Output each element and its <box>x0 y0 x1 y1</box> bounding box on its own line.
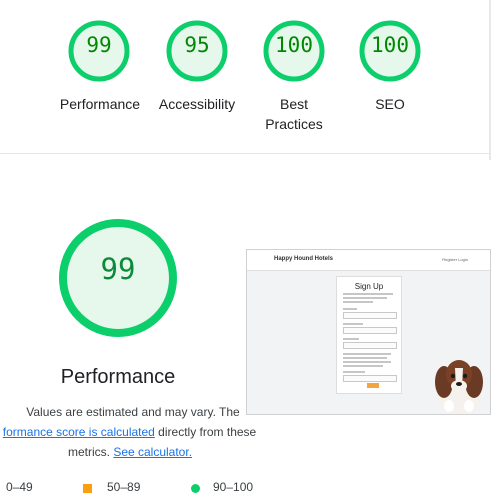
legend-pass-label: 90–100 <box>213 480 254 494</box>
average-square-icon <box>83 484 92 493</box>
thumbnail-signup-heading: Sign Up <box>354 282 384 291</box>
performance-score: 99 <box>100 252 136 286</box>
thumbnail-text-line <box>343 293 393 295</box>
thumbnail-brand: Happy Hound Hotels <box>274 256 334 262</box>
thumbnail-text-line <box>343 297 387 299</box>
pass-circle-icon <box>191 484 200 493</box>
thumbnail-text-line <box>343 338 359 340</box>
performance-title: Performance <box>60 366 176 388</box>
final-screenshot-thumbnail[interactable]: Happy Hound Hotels Register Login Sign U… <box>246 249 491 415</box>
thumbnail-input <box>343 342 397 349</box>
gauge-label-accessibility: Accessibility <box>158 96 236 112</box>
note-line-1: Values are estimated and may vary. The <box>26 405 240 419</box>
thumbnail-text-line <box>343 301 373 303</box>
thumbnail-text-line <box>343 353 391 355</box>
gauge-score: 99 <box>86 33 112 57</box>
thumbnail-text-line <box>343 365 383 367</box>
gauge-score: 100 <box>371 33 409 57</box>
thumbnail-navbar: Happy Hound Hotels Register Login <box>247 250 490 271</box>
thumbnail-text-line <box>343 361 391 363</box>
thumbnail-submit-button <box>367 383 379 388</box>
score-calculated-link[interactable]: formance score is calculated <box>3 425 155 439</box>
thumbnail-input <box>343 327 397 334</box>
gauge-score: 95 <box>184 33 210 57</box>
performance-note: Values are estimated and may vary. The f… <box>0 402 260 462</box>
legend-fail-label: 0–49 <box>6 480 33 494</box>
note-line-2-text: directly from these <box>154 425 257 439</box>
legend-fail: 0–49 <box>6 480 33 494</box>
legend-average-label: 50–89 <box>107 480 141 494</box>
thumbnail-nav-links: Register Login <box>442 257 468 262</box>
gauge-label-seo: SEO <box>375 96 405 112</box>
thumbnail-text-line <box>343 357 387 359</box>
thumbnail-text-line <box>343 323 363 325</box>
thumbnail-text-line <box>343 371 365 373</box>
thumbnail-signup-card: Sign Up <box>336 276 402 394</box>
note-line-3-text: metrics. <box>67 445 110 459</box>
thumbnail-input <box>343 375 397 382</box>
thumbnail-text-line <box>343 308 357 310</box>
thumbnail-input <box>343 312 397 319</box>
see-calculator-link[interactable]: See calculator. <box>113 445 192 459</box>
gauge-label-best-practices: Best Practices <box>265 96 323 132</box>
section-divider <box>0 153 491 154</box>
gauge-score: 100 <box>275 33 313 57</box>
dog-image <box>435 360 483 414</box>
gauge-label-performance: Performance <box>59 96 141 112</box>
